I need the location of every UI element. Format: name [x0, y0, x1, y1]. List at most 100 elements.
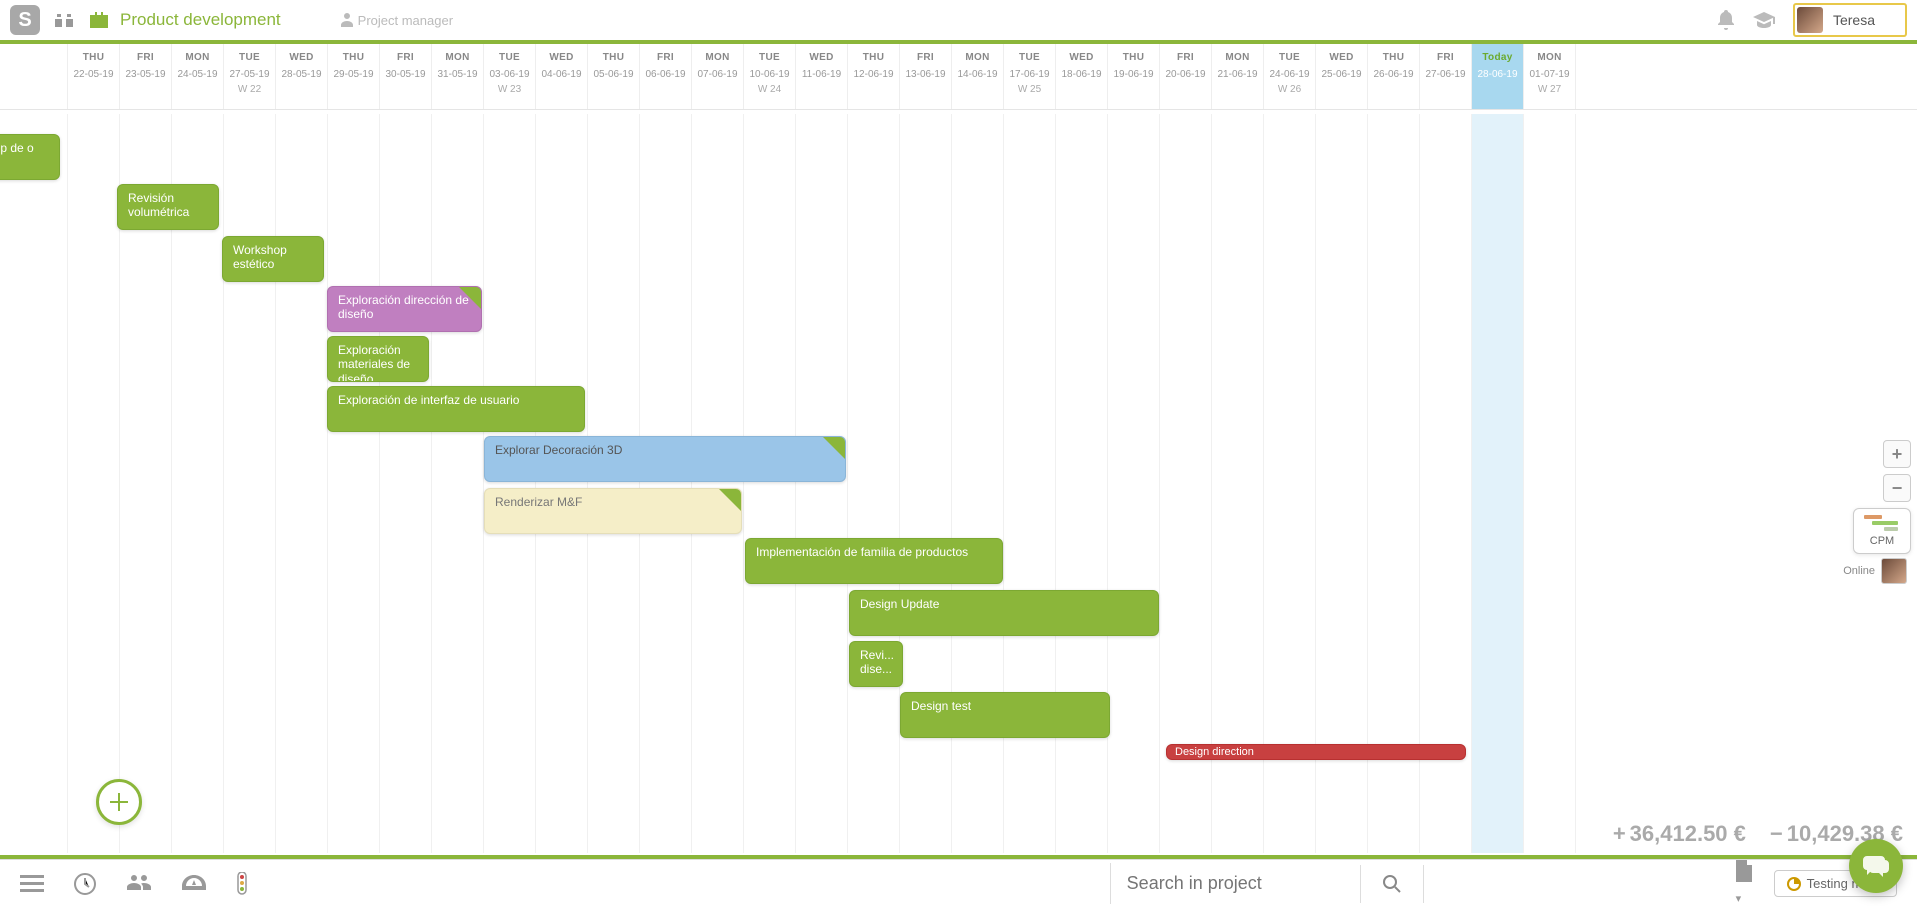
day-column[interactable]: TUE10-06-19W 24	[744, 44, 796, 109]
day-column[interactable]: WED25-06-19	[1316, 44, 1368, 109]
day-column[interactable]	[16, 44, 68, 109]
day-column[interactable]: MON14-06-19	[952, 44, 1004, 109]
gantt-bar[interactable]: Exploración materiales de diseño	[327, 336, 429, 382]
gantt-bar[interactable]: Design direction	[1166, 744, 1466, 760]
day-column[interactable]: WED11-06-19	[796, 44, 848, 109]
day-column[interactable]: THU05-06-19	[588, 44, 640, 109]
zoom-out-button[interactable]: −	[1883, 474, 1911, 502]
day-column[interactable]: WED 04-06-19	[536, 44, 588, 109]
gantt-bar[interactable]: Design Update	[849, 590, 1159, 636]
role-label: Project manager	[341, 13, 453, 28]
gantt-bar[interactable]: Revi... dise...	[849, 641, 903, 687]
week-label: W 27	[1524, 84, 1575, 95]
day-column[interactable]: FRI 20-06-19	[1160, 44, 1212, 109]
date-label: 06-06-19	[640, 69, 691, 80]
clock-icon[interactable]	[74, 873, 96, 895]
day-column[interactable]: THU26-06-19	[1368, 44, 1420, 109]
gantt-bar[interactable]: Implementación de familia de productos	[745, 538, 1003, 584]
date-label: 18-06-19	[1056, 69, 1107, 80]
day-of-week: WED	[536, 52, 587, 63]
gantt-bar[interactable]: Design test	[900, 692, 1110, 738]
gantt-body[interactable]: shop de o Revisión volumétricaWorkshop es…	[0, 114, 1917, 853]
day-column[interactable]: WED18-06-19	[1056, 44, 1108, 109]
day-column[interactable]: MON21-06-19	[1212, 44, 1264, 109]
date-label: 23-05-19	[120, 69, 171, 80]
timeline-header[interactable]: THU22-05-19FRI23-05-19MON24-05-19TUE27-0…	[0, 44, 1917, 110]
search-button[interactable]	[1360, 865, 1424, 903]
day-column[interactable]: WED28-05-19	[276, 44, 328, 109]
day-of-week: FRI	[1160, 52, 1211, 63]
briefcase-icon[interactable]	[88, 10, 110, 30]
day-column[interactable]: MON 01-07-19 W 27	[1524, 44, 1576, 109]
dashboard-icon[interactable]	[182, 875, 206, 893]
date-label: 20-06-19	[1160, 69, 1211, 80]
day-column[interactable]: FRI 27-06-19	[1420, 44, 1472, 109]
grid-column	[328, 114, 380, 853]
day-column[interactable]: TUE03-06-19W 23	[484, 44, 536, 109]
day-of-week: FRI	[1420, 52, 1471, 63]
day-column[interactable]: FRI 23-05-19	[120, 44, 172, 109]
gantt-bar[interactable]: shop de o	[0, 134, 60, 180]
gantt-bar[interactable]: Explorar Decoración 3D	[484, 436, 846, 482]
day-of-week: FRI	[380, 52, 431, 63]
gantt-bar[interactable]: Revisión volumétrica	[117, 184, 219, 230]
gantt-bar-label: Exploración de interfaz de usuario	[338, 393, 519, 407]
day-of-week: MON	[1524, 52, 1575, 63]
date-label: 01-07-19	[1524, 69, 1575, 80]
day-of-week: TUE	[1264, 52, 1315, 63]
day-column[interactable]: THU19-06-19	[1108, 44, 1160, 109]
gantt-bar[interactable]: Renderizar M&F	[484, 488, 742, 534]
binoculars-icon[interactable]	[54, 11, 74, 29]
cpm-toggle[interactable]: CPM	[1853, 508, 1911, 554]
grid-column	[1368, 114, 1420, 853]
gantt-bar[interactable]: Workshop estético	[222, 236, 324, 282]
day-column[interactable]: THU12-06-19	[848, 44, 900, 109]
document-menu-icon[interactable]: ▾	[1734, 860, 1754, 908]
list-view-icon[interactable]	[20, 875, 44, 893]
gantt-bar-label: Design direction	[1175, 746, 1254, 758]
traffic-light-icon[interactable]	[236, 872, 248, 896]
bell-icon[interactable]	[1717, 10, 1735, 30]
day-of-week: MON	[432, 52, 483, 63]
date-label: 04-06-19	[536, 69, 587, 80]
day-column[interactable]: MON07-06-19	[692, 44, 744, 109]
day-column[interactable]: TUE17-06-19W 25	[1004, 44, 1056, 109]
grid-column	[1004, 114, 1056, 853]
grid-column	[380, 114, 432, 853]
day-column[interactable]: Today28-06-19	[1472, 44, 1524, 109]
day-column[interactable]: MON24-05-19	[172, 44, 224, 109]
app-logo[interactable]: S	[10, 5, 40, 35]
grid-column	[276, 114, 328, 853]
date-label: 14-06-19	[952, 69, 1003, 80]
day-column[interactable]: FRI06-06-19	[640, 44, 692, 109]
day-column[interactable]: MON31-05-19	[432, 44, 484, 109]
project-title[interactable]: Product development	[120, 10, 281, 30]
day-of-week: TUE	[744, 52, 795, 63]
day-column[interactable]: THU29-05-19	[328, 44, 380, 109]
day-column[interactable]: TUE24-06-19W 26	[1264, 44, 1316, 109]
zoom-in-button[interactable]: +	[1883, 440, 1911, 468]
date-label: 03-06-19	[484, 69, 535, 80]
user-chip[interactable]: Teresa	[1793, 3, 1907, 37]
day-column[interactable]: THU22-05-19	[68, 44, 120, 109]
day-of-week: WED	[276, 52, 327, 63]
day-column[interactable]: TUE27-05-19W 22	[224, 44, 276, 109]
gantt-bar[interactable]: Exploración dirección de diseño	[327, 286, 482, 332]
search-input[interactable]	[1110, 863, 1360, 904]
date-label: 27-06-19	[1420, 69, 1471, 80]
gantt-bar[interactable]: Exploración de interfaz de usuario	[327, 386, 585, 432]
day-of-week: FRI	[120, 52, 171, 63]
grid-column	[432, 114, 484, 853]
add-task-fab[interactable]	[96, 779, 142, 825]
date-label: 25-06-19	[1316, 69, 1367, 80]
day-of-week: MON	[172, 52, 223, 63]
day-of-week: THU	[328, 52, 379, 63]
people-icon[interactable]	[126, 875, 152, 893]
grid-column	[1212, 114, 1264, 853]
day-column[interactable]: FRI13-06-19	[900, 44, 952, 109]
day-column[interactable]: FRI30-05-19	[380, 44, 432, 109]
online-avatar[interactable]	[1881, 558, 1907, 584]
chat-fab[interactable]	[1849, 839, 1903, 893]
total-positive: +36,412.50 €	[1613, 821, 1746, 847]
graduation-icon[interactable]	[1753, 12, 1775, 28]
